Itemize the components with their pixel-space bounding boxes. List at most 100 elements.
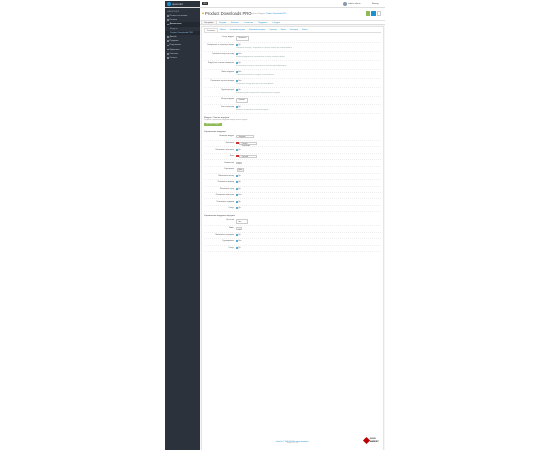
sidebar-item-label: Модули xyxy=(170,27,178,30)
tab-about[interactable]: О модуле xyxy=(270,21,283,24)
setting-label: Требовать вход в систему xyxy=(212,53,234,56)
setting-label: Источник xyxy=(226,219,234,222)
sidebar: НАВИГАЦИЯ Панель состояния Каталог Допол… xyxy=(165,8,200,450)
cart-icon xyxy=(167,40,169,43)
subtab-form[interactable]: Форма xyxy=(279,28,288,32)
setting-hint: Включить кэширование статистики загрузок xyxy=(236,109,269,111)
section-note: Создание и управление модулями вывода сп… xyxy=(204,119,248,121)
radio-option[interactable]: Да xyxy=(236,105,241,108)
limit-input[interactable]: 5 xyxy=(236,161,242,165)
heading-input[interactable]: Product Downloads xyxy=(239,141,258,147)
page-title: Product Downloads PRO xyxy=(205,10,252,16)
setting-hint: Отображать вкладку даже при отсутствии ф… xyxy=(236,83,274,85)
radio-option[interactable]: Нет xyxy=(236,194,241,197)
subtab-page[interactable]: Страница xyxy=(267,28,278,32)
settings-panel: Основные Шаблон Настройки загрузки Файло… xyxy=(201,26,384,450)
radio-option[interactable]: Да xyxy=(236,181,241,184)
method-select[interactable]: Прямой xyxy=(236,97,248,103)
radio-option[interactable]: Да xyxy=(236,148,241,151)
radio-option[interactable]: Да xyxy=(236,89,241,91)
radio-option[interactable]: Да xyxy=(236,233,241,236)
setting-label: Статус xyxy=(228,246,234,249)
tab-downloads[interactable]: Загрузки xyxy=(217,21,229,24)
radio-option[interactable]: Да xyxy=(236,200,241,203)
user-name[interactable]: admin admin xyxy=(348,3,361,5)
language-input[interactable]: Русский xyxy=(239,154,258,158)
chart-icon xyxy=(167,57,169,59)
radio-option[interactable]: Да xyxy=(236,246,241,249)
sidebar-item-label: Панель состояния xyxy=(169,15,188,18)
setting-label: Отображать на странице товара xyxy=(206,44,234,47)
breadcrumb-home[interactable]: Главная xyxy=(250,13,257,15)
desktop-icon xyxy=(167,36,169,38)
subtab-explorer[interactable]: Эксплорер xyxy=(288,28,300,32)
save-button[interactable] xyxy=(365,11,370,16)
sidebar-item-label: Покупатели xyxy=(169,44,181,47)
radio-option[interactable]: Да xyxy=(236,187,241,190)
tab-support[interactable]: Поддержка xyxy=(256,21,270,24)
setting-row: Кэш статистики Да Включить кэширование с… xyxy=(204,105,381,114)
setting-row: Статус Да xyxy=(204,206,381,213)
setting-row: Лимит 10 xyxy=(204,226,381,233)
radio-option[interactable]: Да xyxy=(236,44,241,47)
setting-label: Показывать пустые вкладки xyxy=(210,80,234,83)
user-menu[interactable]: admin admin xyxy=(343,2,361,6)
setting-hint: Использовать понятные ссылки вместо числ… xyxy=(236,65,287,67)
radio-option[interactable]: Да xyxy=(236,62,241,65)
setting-label: Показывать категорию xyxy=(215,233,234,236)
setting-label: Показывать иконку xyxy=(218,175,234,178)
setting-label: Показывать дату xyxy=(219,187,234,190)
info-button[interactable] xyxy=(371,11,376,16)
logout-link[interactable]: Выход xyxy=(372,3,379,5)
setting-row: Источник Все xyxy=(204,218,381,227)
sidebar-item-label: Product Downloads PRO xyxy=(170,31,194,34)
setting-label: Группировать xyxy=(222,240,234,243)
setting-row: Заголовок Product Downloads xyxy=(204,141,381,148)
radio-option[interactable]: Да xyxy=(236,206,241,209)
subtab-file-manager[interactable]: Файловый менеджер xyxy=(247,28,267,32)
limit-input[interactable]: 10 xyxy=(236,227,242,231)
subtab-misc[interactable]: Разное xyxy=(300,28,309,32)
footer-version: Версия 3.0.3.8 xyxy=(287,443,298,444)
setting-row: Количество 5 xyxy=(204,160,381,168)
status-select[interactable]: Включено xyxy=(236,36,249,41)
language-button[interactable]: RU xyxy=(202,2,209,5)
sub-tabs: Основные Шаблон Настройки загрузки Файло… xyxy=(204,28,381,33)
sidebar-item-label: Продажи xyxy=(169,40,179,43)
sidebar-item-reports[interactable]: Отчеты xyxy=(165,56,200,60)
back-button[interactable] xyxy=(376,11,381,16)
opencart-logo-icon xyxy=(167,2,171,6)
radio-option[interactable]: Нет xyxy=(236,240,241,243)
subtab-general[interactable]: Основные xyxy=(204,28,218,32)
sidebar-item-label: Система xyxy=(169,52,178,55)
logo[interactable]: opencart xyxy=(165,1,200,7)
setting-row: Требовать вход в систему Нет Незарегистр… xyxy=(204,52,381,61)
radio-option[interactable]: Нет xyxy=(236,71,241,74)
sidebar-item-label: Маркетинг xyxy=(169,48,180,51)
setting-label: Статус модуля xyxy=(221,36,234,39)
breadcrumb-current[interactable]: Product Downloads PRO xyxy=(266,13,286,15)
radio-option[interactable]: Нет xyxy=(236,53,241,56)
setting-label: Язык xyxy=(229,154,234,157)
setting-label: Лимит xyxy=(228,227,234,230)
warning-icon xyxy=(202,12,204,14)
setting-row: Название модуля Загрузки xyxy=(204,134,381,141)
setting-label: Заголовок xyxy=(225,141,234,144)
module-name-input[interactable]: Загрузки xyxy=(236,135,254,138)
sort-button[interactable]: Дата xyxy=(236,168,245,172)
subtab-download-settings[interactable]: Настройки загрузки xyxy=(228,28,247,32)
setting-hint: Незарегистрированные пользователи не смо… xyxy=(236,56,285,58)
tab-templates[interactable]: Шаблоны xyxy=(229,21,242,24)
add-module-button[interactable]: Добавить модуль xyxy=(204,122,222,126)
tab-statistics[interactable]: Статистика xyxy=(241,21,255,24)
radio-option[interactable]: Нет xyxy=(236,80,241,83)
subtab-template[interactable]: Шаблон xyxy=(218,28,228,32)
source-select[interactable]: Все xyxy=(236,219,248,224)
radio-option[interactable]: Да xyxy=(236,175,241,178)
setting-row: Подробные ссылки скачивания Да Использов… xyxy=(204,61,381,70)
language-switcher[interactable]: RU xyxy=(202,2,209,5)
breadcrumb-modules[interactable]: Модули xyxy=(258,13,264,15)
watermark-line2: MARKET xyxy=(369,440,379,443)
gear-icon xyxy=(167,52,169,55)
setting-label: Метод загрузки xyxy=(221,97,234,100)
